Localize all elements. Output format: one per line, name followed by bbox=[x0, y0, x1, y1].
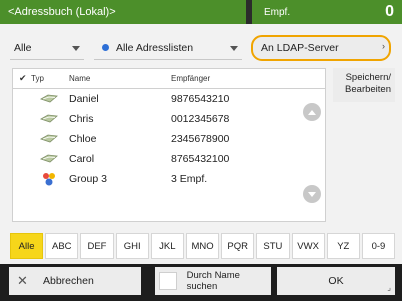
save-edit-button[interactable]: Speichern/ Bearbeiten bbox=[333, 68, 395, 102]
address-list: ✔ Typ Name Empfänger Daniel 9876543210 C… bbox=[12, 68, 326, 222]
alpha-key-yz[interactable]: YZ bbox=[326, 233, 360, 259]
chevron-down-icon bbox=[308, 191, 316, 197]
list-item[interactable]: Chloe 2345678900 bbox=[13, 129, 325, 149]
title-bar: <Adressbuch (Lokal)> Empf. 0 bbox=[0, 0, 402, 24]
alphabet-filter: Alle ABC DEF GHI JKL MNO PQR STU VWX YZ … bbox=[10, 233, 396, 259]
window-title: <Adressbuch (Lokal)> bbox=[0, 0, 246, 24]
alpha-key-jkl[interactable]: JKL bbox=[150, 233, 184, 259]
ok-label: OK bbox=[328, 275, 344, 287]
footer-bar: ✕ Abbrechen Durch Name suchen OK ⌟ bbox=[0, 264, 402, 301]
row-name: Daniel bbox=[69, 93, 99, 105]
row-recipient: 3 Empf. bbox=[171, 173, 208, 185]
header-check[interactable]: ✔ bbox=[13, 73, 29, 84]
scroll-down-button[interactable] bbox=[303, 185, 321, 203]
search-by-name-checkbox[interactable] bbox=[159, 272, 177, 290]
address-list-value: Alle Adresslisten bbox=[116, 41, 194, 54]
alpha-key-digits[interactable]: 0-9 bbox=[361, 233, 396, 259]
group-icon bbox=[29, 171, 69, 187]
row-name: Chris bbox=[69, 113, 94, 125]
row-recipient: 2345678900 bbox=[171, 133, 230, 145]
address-icon bbox=[29, 153, 69, 165]
ldap-server-button[interactable]: An LDAP-Server › bbox=[251, 35, 391, 61]
alpha-key-def[interactable]: DEF bbox=[80, 233, 114, 259]
header-name[interactable]: Name bbox=[69, 74, 171, 83]
header-recipient[interactable]: Empfänger bbox=[171, 74, 261, 83]
list-item[interactable]: Chris 0012345678 bbox=[13, 109, 325, 129]
row-name: Chloe bbox=[69, 133, 97, 145]
recipient-count-label: Empf. bbox=[264, 6, 291, 18]
search-by-name-toggle[interactable]: Durch Name suchen bbox=[155, 267, 271, 295]
ok-button[interactable]: OK ⌟ bbox=[277, 267, 395, 295]
list-header: ✔ Typ Name Empfänger bbox=[13, 69, 325, 89]
alpha-key-stu[interactable]: STU bbox=[256, 233, 290, 259]
close-icon: ✕ bbox=[17, 273, 28, 288]
alpha-key-abc[interactable]: ABC bbox=[45, 233, 79, 259]
list-item[interactable]: Group 3 3 Empf. bbox=[13, 169, 325, 189]
row-recipient: 0012345678 bbox=[171, 113, 230, 125]
alpha-key-pqr[interactable]: PQR bbox=[221, 233, 255, 259]
header-type[interactable]: Typ bbox=[29, 74, 69, 83]
row-recipient: 8765432100 bbox=[171, 153, 230, 165]
search-by-name-label: Durch Name suchen bbox=[186, 270, 240, 292]
alpha-key-ghi[interactable]: GHI bbox=[115, 233, 149, 259]
address-icon bbox=[29, 133, 69, 145]
row-name: Carol bbox=[69, 153, 95, 165]
cancel-button[interactable]: ✕ Abbrechen bbox=[9, 267, 141, 295]
chevron-down-icon bbox=[72, 46, 80, 51]
chevron-up-icon bbox=[308, 109, 316, 115]
chevron-right-icon: › bbox=[382, 41, 385, 51]
main-panel: Alle Alle Adresslisten An LDAP-Server › … bbox=[0, 24, 402, 264]
address-icon bbox=[29, 93, 69, 105]
row-name: Group 3 bbox=[69, 173, 107, 185]
alpha-key-all[interactable]: Alle bbox=[10, 233, 44, 259]
cancel-label: Abbrechen bbox=[43, 275, 94, 287]
alpha-key-mno[interactable]: MNO bbox=[185, 233, 220, 259]
recipient-count-value: 0 bbox=[385, 3, 394, 20]
ldap-server-label: An LDAP-Server bbox=[261, 42, 339, 54]
corner-arrow-icon: ⌟ bbox=[387, 283, 391, 292]
list-item[interactable]: Daniel 9876543210 bbox=[13, 89, 325, 109]
type-filter-select[interactable]: Alle bbox=[10, 36, 84, 60]
list-item[interactable]: Carol 8765432100 bbox=[13, 149, 325, 169]
chevron-down-icon bbox=[230, 46, 238, 51]
address-list-select[interactable]: Alle Adresslisten bbox=[94, 36, 242, 60]
selected-dot-icon bbox=[102, 44, 109, 51]
type-filter-value: Alle bbox=[14, 41, 32, 54]
row-recipient: 9876543210 bbox=[171, 93, 230, 105]
address-icon bbox=[29, 113, 69, 125]
scroll-up-button[interactable] bbox=[303, 103, 321, 121]
list-scrollbar[interactable] bbox=[299, 89, 325, 221]
recipient-count: Empf. 0 bbox=[252, 0, 402, 24]
alpha-key-vwx[interactable]: VWX bbox=[291, 233, 325, 259]
